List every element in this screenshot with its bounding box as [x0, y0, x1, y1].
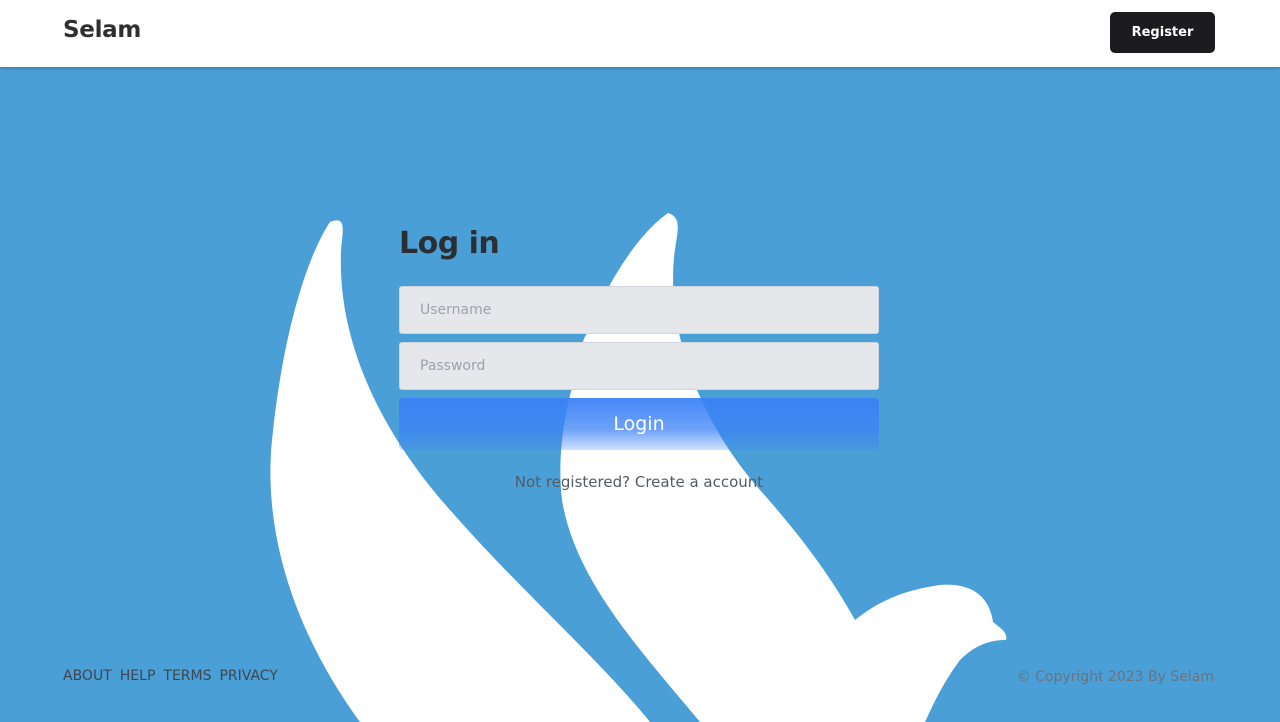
dove-illustration [270, 213, 1007, 722]
create-account-link[interactable]: Create a account [635, 473, 763, 491]
footer-link-about[interactable]: ABOUT [63, 668, 112, 684]
password-input[interactable] [399, 342, 879, 390]
top-navbar: Selam Register [0, 0, 1280, 67]
login-button[interactable]: Login [399, 398, 879, 450]
register-button[interactable]: Register [1110, 12, 1215, 53]
copyright-text: © Copyright 2023 By Selam [1016, 669, 1214, 685]
footer-link-terms[interactable]: TERMS [163, 668, 211, 684]
signup-prompt-line: Not registered? Create a account [399, 473, 879, 491]
footer-link-help[interactable]: HELP [120, 668, 156, 684]
login-title: Log in [399, 226, 500, 261]
footer-nav: ABOUT HELP TERMS PRIVACY [63, 668, 278, 684]
username-input[interactable] [399, 286, 879, 334]
signup-prompt-text: Not registered? [514, 473, 631, 491]
brand-logo[interactable]: Selam [63, 17, 141, 43]
footer-link-privacy[interactable]: PRIVACY [219, 668, 277, 684]
